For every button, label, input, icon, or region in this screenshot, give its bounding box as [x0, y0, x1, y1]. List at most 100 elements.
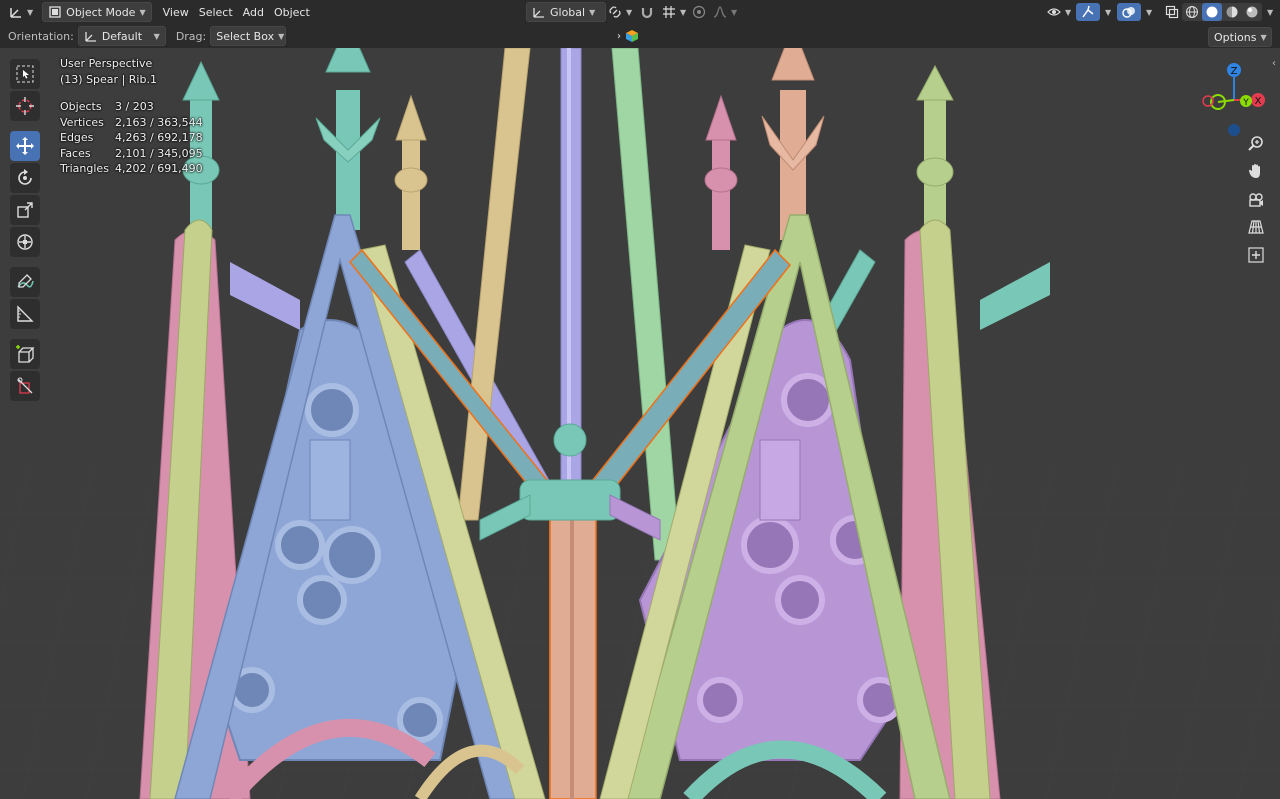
chevron-down-icon: ▼ — [1105, 7, 1112, 17]
perspective-toggle-button[interactable] — [1244, 215, 1268, 239]
gizmo-x-label: X — [1255, 96, 1262, 107]
eye-icon — [1047, 8, 1061, 16]
editor-type-button[interactable]: ▼ — [4, 3, 38, 21]
sidebar-toggle[interactable]: › — [612, 27, 658, 45]
transform-tool[interactable] — [10, 227, 40, 257]
stat-label: Edges — [60, 131, 94, 144]
stat-value: 4,202 / 691,490 — [115, 162, 203, 175]
chevron-down-icon: ▼ — [589, 7, 596, 17]
stat-value: 3 / 203 — [115, 100, 154, 113]
solid-sphere-icon — [1206, 6, 1218, 18]
axes-icon — [10, 8, 21, 18]
xray-icon — [1165, 5, 1179, 19]
chevron-down-icon: ▼ — [680, 7, 687, 17]
camera-view-button[interactable] — [1244, 188, 1268, 212]
link-icon — [609, 6, 621, 18]
gizmo-y-label: Y — [1242, 98, 1249, 108]
options-label: Options — [1214, 30, 1257, 44]
transform-orientation-label: Global — [550, 5, 586, 19]
chevron-down-icon: ▼ — [1065, 7, 1072, 17]
scale-tool[interactable] — [10, 195, 40, 225]
rendered-sphere-icon — [1246, 6, 1258, 18]
pencil-icon — [17, 274, 34, 288]
annotate-tool[interactable] — [10, 267, 40, 297]
3d-viewport[interactable]: User Perspective (13) Spear | Rib.1 Obje… — [0, 48, 1280, 799]
shading-material-button[interactable] — [1222, 3, 1242, 21]
chevron-right-icon: › — [617, 30, 621, 42]
chevron-down-icon: ▼ — [626, 7, 633, 17]
perspective-label: User Perspective — [60, 57, 153, 70]
viewport-header: ▼ Object Mode ▼ View Select Add Object Gl… — [0, 0, 1280, 24]
gizmo-neg-z-axis[interactable] — [1228, 124, 1240, 136]
menu-object[interactable]: Object — [269, 3, 315, 21]
move-arrows-icon — [16, 137, 34, 155]
snap-toggle[interactable] — [635, 3, 659, 21]
gizmo-icon — [1082, 5, 1094, 18]
move-tool[interactable] — [10, 131, 40, 161]
left-toolbar — [7, 57, 43, 403]
drag-dropdown[interactable]: Select Box ▼ — [210, 26, 287, 46]
menu-view[interactable]: View — [158, 3, 194, 21]
tool-header: Orientation: Default ▼ Drag: Select Box ▼ … — [0, 24, 1280, 49]
chevron-down-icon: ▼ — [139, 7, 146, 17]
mode-label: Object Mode — [66, 5, 136, 19]
stat-row-vertices: Vertices 2,163 / 363,544 — [60, 115, 203, 131]
overlays-icon — [1122, 7, 1135, 18]
chevron-down-icon: ▼ — [1267, 7, 1274, 17]
visibility-button[interactable]: ▼ — [1042, 3, 1076, 21]
stat-row-triangles: Triangles 4,202 / 691,490 — [60, 161, 203, 177]
cube-cut-icon — [17, 377, 33, 394]
cursor-icon — [16, 97, 34, 115]
xray-toggle[interactable] — [1160, 3, 1184, 21]
pivot-point-button[interactable]: ▼ — [603, 3, 637, 21]
shading-wireframe-button[interactable] — [1182, 3, 1202, 21]
rotate-icon — [18, 169, 32, 185]
selection-label: (13) Spear | Rib.1 — [60, 72, 157, 86]
stat-row-edges: Edges 4,263 / 692,178 — [60, 130, 203, 146]
frame-icon — [1248, 247, 1264, 263]
orientation-dropdown[interactable]: Default ▼ — [77, 26, 166, 46]
stat-label: Triangles — [60, 162, 109, 175]
camera-icon — [1249, 193, 1263, 207]
local-view-button[interactable] — [1244, 243, 1268, 267]
chevron-down-icon: ▼ — [27, 7, 34, 17]
chevron-down-icon: ▼ — [1260, 32, 1267, 42]
stat-value: 2,101 / 345,095 — [115, 146, 203, 160]
menu-select[interactable]: Select — [194, 3, 238, 21]
material-sphere-icon — [1226, 6, 1238, 18]
addon-cube-icon — [626, 30, 638, 42]
menu-add[interactable]: Add — [238, 3, 269, 21]
proportional-edit-icon — [692, 5, 706, 19]
navigation-gizmo[interactable]: Z X Y — [1200, 54, 1280, 144]
cursor-tool[interactable] — [10, 91, 40, 121]
falloff-button[interactable]: ▼ — [708, 3, 742, 21]
sidebar-expand-icon[interactable]: ‹ — [1272, 58, 1276, 69]
zoom-button[interactable] — [1244, 132, 1268, 156]
magnet-icon — [641, 8, 653, 19]
chevron-down-icon: ▼ — [278, 31, 285, 41]
options-dropdown[interactable]: Options ▼ — [1208, 27, 1272, 47]
add-cube-icon — [16, 345, 35, 363]
rotate-tool[interactable] — [10, 163, 40, 193]
orientation-label: Orientation: — [8, 29, 74, 43]
transform-icon — [17, 234, 33, 250]
stat-row-objects: Objects 3 / 203 — [60, 99, 203, 115]
stat-value: 2,163 / 363,544 — [115, 115, 203, 129]
select-box-tool[interactable] — [10, 59, 40, 89]
chevron-down-icon: ▼ — [731, 7, 738, 17]
measure-tool[interactable] — [10, 299, 40, 329]
gizmo-z-label: Z — [1231, 66, 1238, 77]
pan-button[interactable] — [1244, 159, 1268, 183]
add-cube-tool[interactable] — [10, 339, 40, 369]
mode-dropdown[interactable]: Object Mode ▼ — [42, 2, 152, 22]
orientation-value: Default — [101, 29, 143, 43]
shading-solid-button[interactable] — [1202, 3, 1222, 21]
transform-custom-tool[interactable] — [10, 371, 40, 401]
overlays-dropdown[interactable]: ▼ — [1137, 3, 1157, 21]
shading-dropdown[interactable]: ▼ — [1258, 3, 1278, 21]
orientation-axes-icon — [85, 32, 96, 42]
gizmo-dropdown[interactable]: ▼ — [1096, 3, 1116, 21]
transform-orientation-dropdown[interactable]: Global ▼ — [526, 2, 606, 22]
scale-icon — [17, 202, 33, 218]
shading-mode-group — [1182, 3, 1262, 21]
